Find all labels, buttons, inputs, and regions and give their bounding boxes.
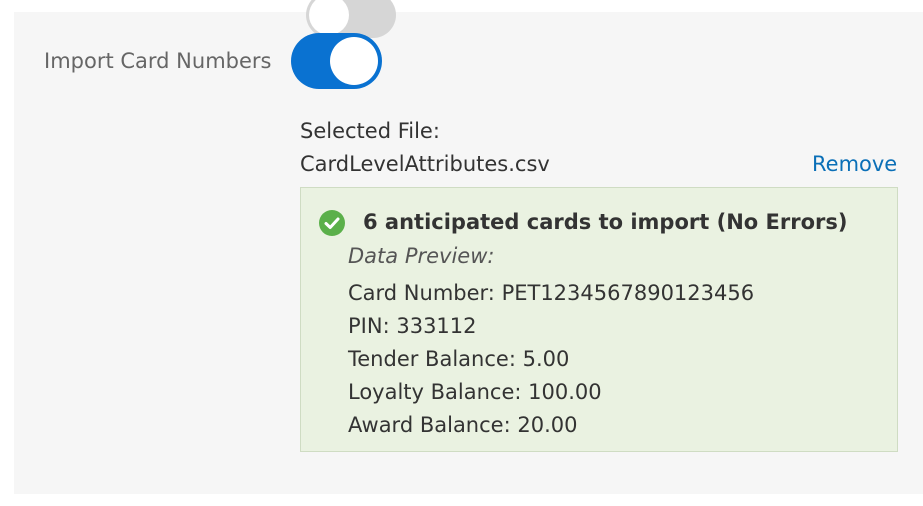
- import-summary: 6 anticipated cards to import (No Errors…: [363, 210, 848, 234]
- preview-row-award-balance: Award Balance20.00: [348, 409, 754, 442]
- selected-file-label: Selected File:: [300, 119, 440, 143]
- previous-toggle-knob: [309, 0, 349, 35]
- preview-row-pin: PIN333112: [348, 310, 754, 343]
- import-card-numbers-label: Import Card Numbers: [44, 49, 272, 73]
- toggle-knob: [330, 37, 378, 85]
- selected-file-name: CardLevelAttributes.csv: [300, 152, 550, 176]
- data-preview-title: Data Preview:: [348, 244, 495, 268]
- preview-row-tender-balance: Tender Balance5.00: [348, 343, 754, 376]
- data-preview-list: Card NumberPET1234567890123456 PIN333112…: [348, 277, 754, 442]
- import-card-numbers-toggle[interactable]: [291, 33, 382, 89]
- preview-row-loyalty-balance: Loyalty Balance100.00: [348, 376, 754, 409]
- check-circle-icon: [319, 210, 345, 236]
- import-result-box: 6 anticipated cards to import (No Errors…: [300, 187, 898, 452]
- remove-file-link[interactable]: Remove: [812, 152, 897, 176]
- preview-row-card-number: Card NumberPET1234567890123456: [348, 277, 754, 310]
